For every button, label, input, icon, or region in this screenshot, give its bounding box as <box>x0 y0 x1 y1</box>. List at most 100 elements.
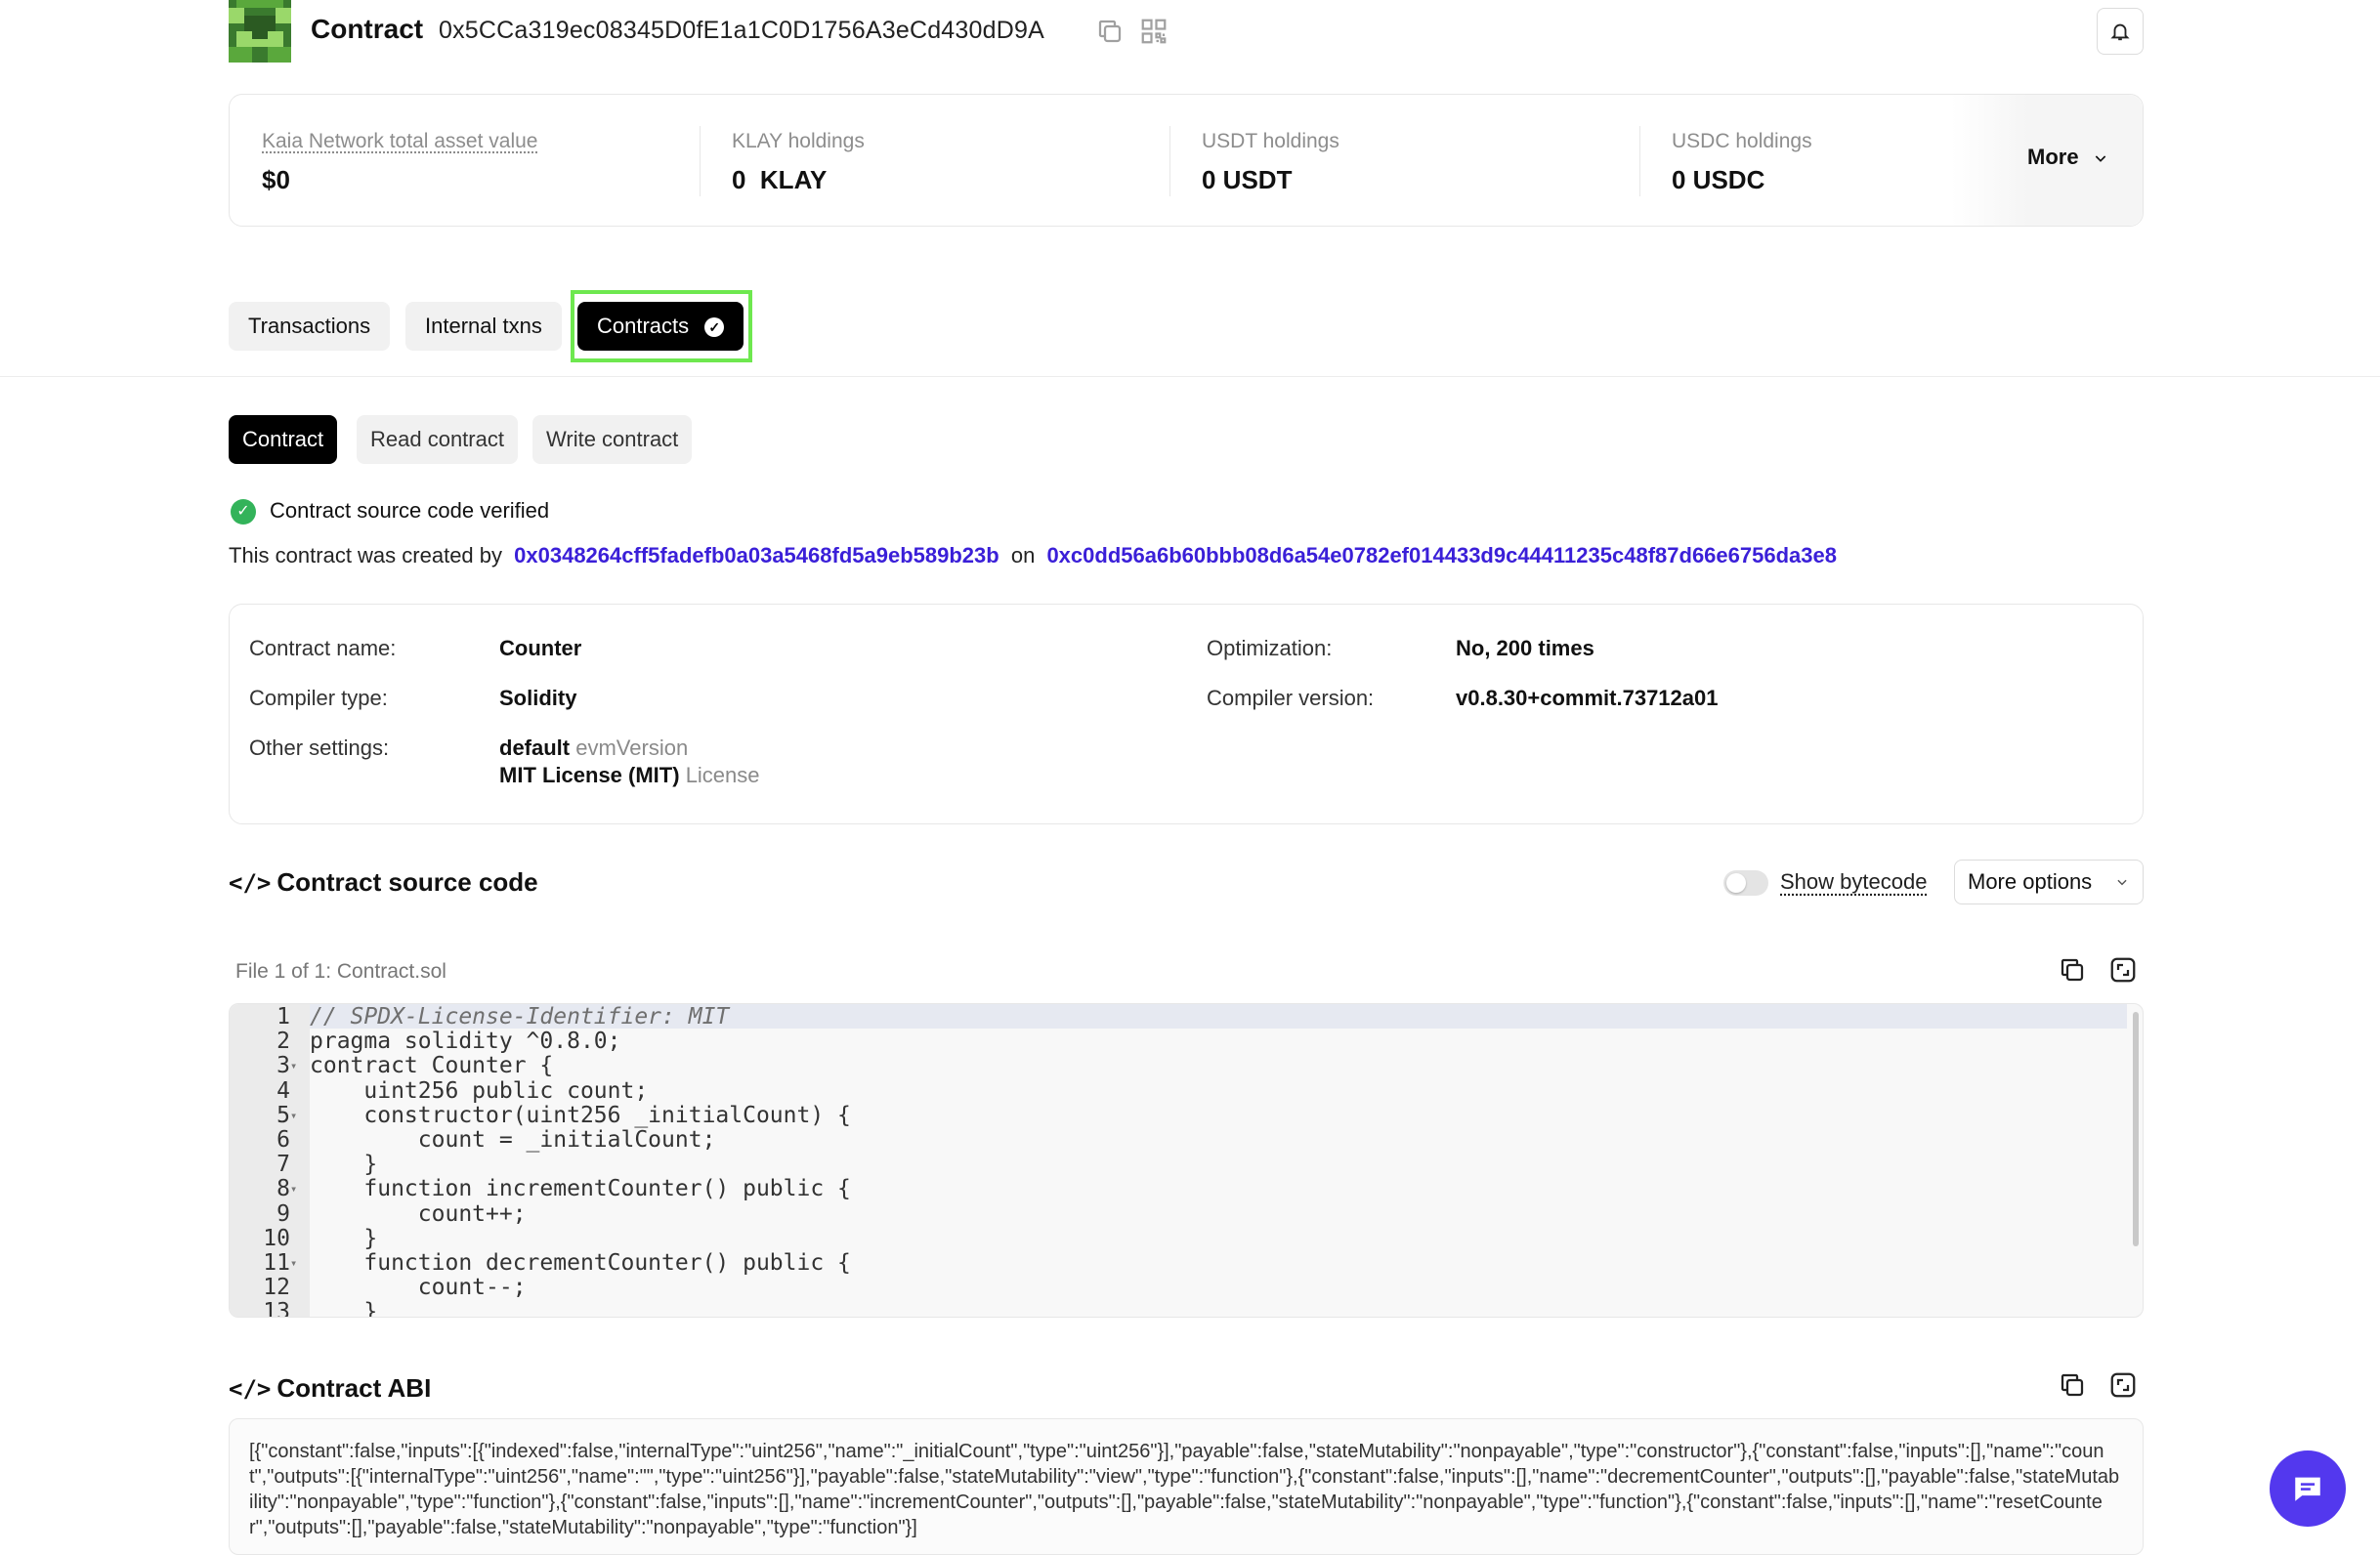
klay-holdings-value: 0 KLAY <box>732 165 828 194</box>
line-number: 3 <box>276 1053 290 1079</box>
expand-icon <box>2110 1372 2136 1398</box>
created-on: on <box>1010 543 1036 567</box>
asset-summary-card: Kaia Network total asset value $0 KLAY h… <box>229 94 2144 227</box>
abi-content[interactable]: [{"constant":false,"inputs":[{"indexed":… <box>229 1418 2144 1555</box>
check-circle-icon: ✓ <box>231 499 256 525</box>
code-text: uint256 public count; <box>310 1077 649 1104</box>
copy-abi-button[interactable] <box>2058 1370 2091 1404</box>
code-text: count--; <box>310 1275 527 1301</box>
line-number: 12 <box>263 1275 290 1301</box>
more-label: More <box>2027 145 2079 169</box>
line-number: 8 <box>276 1176 290 1202</box>
fold-toggle-icon[interactable]: ▾ <box>290 1053 310 1078</box>
license-name: MIT License (MIT) <box>499 763 680 787</box>
code-text: } <box>310 1152 378 1178</box>
line-number: 4 <box>276 1077 290 1104</box>
code-line: 9 count++; <box>230 1200 527 1227</box>
code-line: 8▾ function incrementCounter() public { <box>230 1176 851 1201</box>
source-code-title: Contract source code <box>276 867 538 897</box>
usdc-holdings-label: USDC holdings <box>1672 130 1812 152</box>
abi-heading: </> Contract ABI <box>229 1373 431 1404</box>
klay-holdings-stat: KLAY holdings 0 KLAY <box>732 130 865 195</box>
code-line: 13 } <box>230 1299 378 1318</box>
contract-address: 0x5CCa319ec08345D0fE1a1C0D1756A3eCd430dD… <box>439 17 1044 44</box>
more-options-dropdown[interactable]: More options <box>1954 860 2144 904</box>
code-line: 7 } <box>230 1152 377 1177</box>
tab-internal-txns[interactable]: Internal txns <box>405 302 562 351</box>
usdc-holdings-stat: USDC holdings 0 USDC <box>1672 130 1812 195</box>
usdc-holdings-value: 0 USDC <box>1672 165 1765 194</box>
verified-status: ✓ Contract source code verified <box>231 498 549 525</box>
expand-source-button[interactable] <box>2108 955 2142 988</box>
file-label: File 1 of 1: Contract.sol <box>235 960 446 983</box>
expand-abi-button[interactable] <box>2108 1370 2142 1404</box>
copy-source-button[interactable] <box>2058 955 2091 988</box>
code-line: 12 count--; <box>230 1275 527 1301</box>
chevron-down-icon <box>2095 155 2105 163</box>
chat-button[interactable] <box>2270 1450 2346 1527</box>
usdt-holdings-label: USDT holdings <box>1202 130 1339 152</box>
tab-highlight-outline <box>571 290 752 362</box>
line-number: 10 <box>263 1225 290 1251</box>
code-text: count++; <box>310 1200 527 1227</box>
code-text: // SPDX-License-Identifier: MIT <box>310 1004 730 1030</box>
contract-info-card: Contract name: Counter Compiler type: So… <box>229 604 2144 824</box>
editor-scrollbar[interactable] <box>2133 1012 2139 1246</box>
creation-tx-link[interactable]: 0xc0dd56a6b60bbb08d6a54e0782ef014433d9c4… <box>1046 543 1837 567</box>
code-line: 5▾ constructor(uint256 _initialCount) { <box>230 1103 851 1128</box>
verified-text: Contract source code verified <box>270 498 550 523</box>
usdt-holdings-value: 0 USDT <box>1202 165 1293 194</box>
optimization-value: No, 200 times <box>1456 636 1594 660</box>
tab-transactions[interactable]: Transactions <box>229 302 391 351</box>
abi-title: Contract ABI <box>276 1373 432 1403</box>
code-line: 2 pragma solidity ^0.8.0; <box>230 1029 620 1055</box>
code-text: count = _initialCount; <box>310 1127 716 1153</box>
subtab-contract[interactable]: Contract <box>229 415 338 464</box>
divider <box>1169 126 1170 196</box>
code-text: } <box>310 1225 378 1251</box>
code-text: function decrementCounter() public { <box>310 1250 851 1276</box>
line-number: 2 <box>276 1029 290 1055</box>
code-text: function incrementCounter() public { <box>310 1176 851 1202</box>
bell-icon <box>2110 23 2130 41</box>
show-bytecode-label[interactable]: Show bytecode <box>1780 869 1927 895</box>
code-editor[interactable]: 1 // SPDX-License-Identifier: MIT 2 pragma … <box>229 1003 2144 1318</box>
code-text: } <box>310 1299 378 1318</box>
source-code-heading: </> Contract source code <box>229 867 538 898</box>
code-line: 3▾ contract Counter { <box>230 1053 553 1078</box>
code-icon: </> <box>229 869 272 897</box>
other-settings-label: Other settings: <box>249 735 390 760</box>
expand-icon <box>2110 957 2136 983</box>
qr-code-icon[interactable] <box>1139 17 1169 46</box>
code-line: 1 // SPDX-License-Identifier: MIT <box>230 1004 729 1030</box>
divider <box>700 126 701 196</box>
total-asset-value: $0 <box>262 165 290 194</box>
tabs-divider <box>0 376 2380 377</box>
copy-icon <box>2061 1373 2084 1397</box>
usdt-holdings-stat: USDT holdings 0 USDT <box>1202 130 1339 195</box>
fold-toggle-icon[interactable]: ▾ <box>290 1250 310 1276</box>
show-bytecode-toggle[interactable] <box>1723 870 1768 896</box>
contract-name-value: Counter <box>499 636 582 660</box>
line-number: 5 <box>276 1102 290 1128</box>
line-number: 7 <box>276 1152 290 1178</box>
fold-toggle-icon[interactable]: ▾ <box>290 1103 310 1128</box>
fold-toggle-icon[interactable]: ▾ <box>290 1176 310 1201</box>
subtab-write-contract[interactable]: Write contract <box>532 415 693 464</box>
notification-button[interactable] <box>2097 8 2144 55</box>
contract-avatar <box>229 0 291 63</box>
code-line: 6 count = _initialCount; <box>230 1127 715 1153</box>
code-text: contract Counter { <box>310 1053 554 1079</box>
evm-value: default <box>499 735 571 760</box>
divider <box>1639 126 1640 196</box>
more-holdings-button[interactable]: More <box>2027 145 2108 170</box>
evm-version-value: default evmVersion <box>499 735 688 761</box>
total-asset-label[interactable]: Kaia Network total asset value <box>262 130 537 153</box>
subtab-read-contract[interactable]: Read contract <box>357 415 518 464</box>
creator-address-link[interactable]: 0x0348264cff5fadefb0a03a5468fd5a9eb589b2… <box>514 543 999 567</box>
line-number: 6 <box>276 1127 290 1153</box>
created-prefix: This contract was created by <box>229 543 503 567</box>
copy-icon[interactable] <box>1095 17 1125 46</box>
line-number: 1 <box>276 1004 290 1030</box>
evm-suffix: evmVersion <box>575 735 689 760</box>
